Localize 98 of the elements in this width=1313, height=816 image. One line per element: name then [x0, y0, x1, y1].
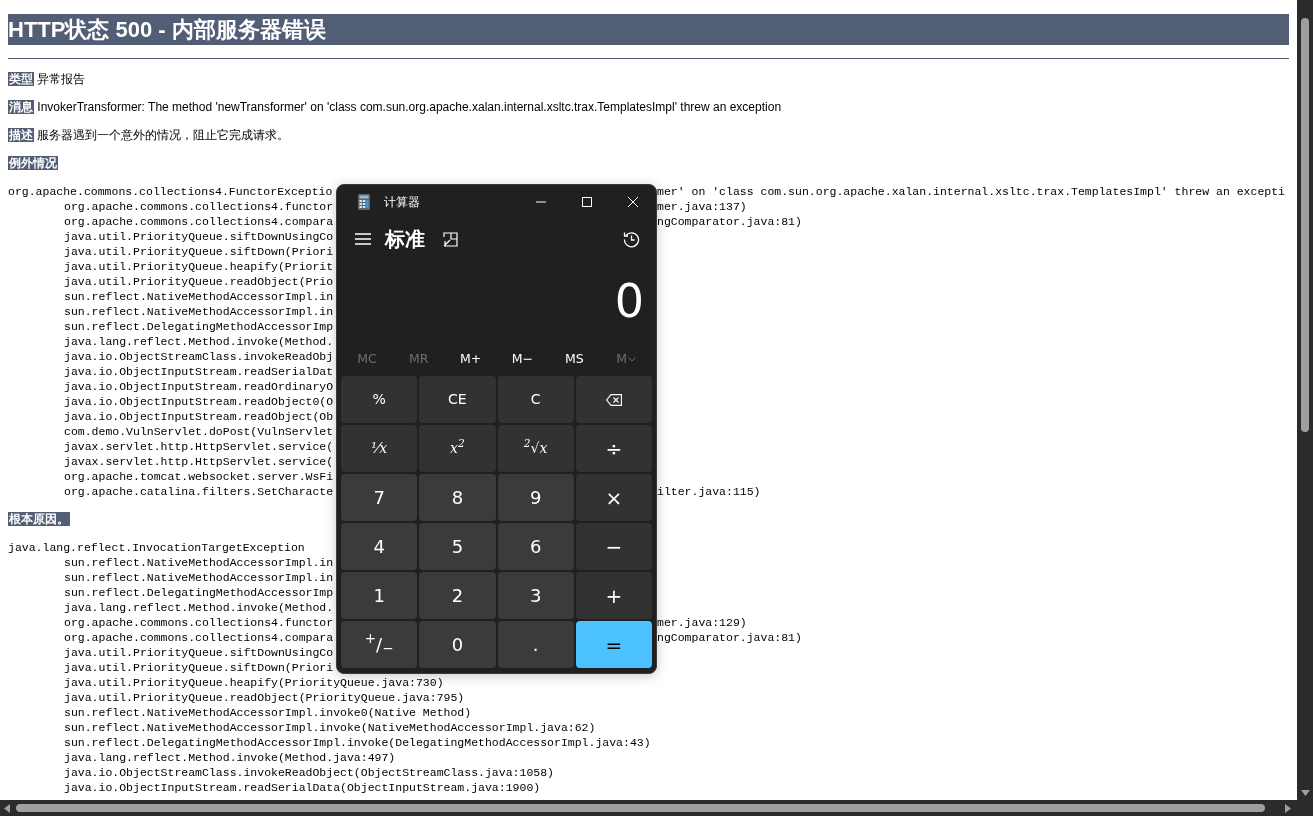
- stack-trace-line: java.lang.reflect.Method.invoke(Method.: [64, 335, 334, 348]
- stack-trace-line: sun.reflect.DelegatingMethodAccessorImp: [64, 320, 334, 333]
- digit-key[interactable]: 5: [419, 523, 496, 570]
- stack-trace-line: java.lang.reflect.Method.invoke(Method.: [64, 601, 334, 614]
- function-key[interactable]: $^{2}$√x: [497, 425, 574, 472]
- stack-trace-line: java.util.PriorityQueue.siftDown(Priori: [64, 245, 334, 258]
- stack-trace-line: org.apache.catalina.filters.SetCharacte: [64, 485, 334, 498]
- stack-trace-line: java.io.ObjectInputStream.readSerialDat: [64, 365, 334, 378]
- stack-trace-line: javax.servlet.http.HttpServlet.service(: [64, 455, 334, 468]
- window-title: 计算器: [384, 194, 420, 211]
- stack-trace-line: java.io.ObjectInputStream.readSerialData(ObjectInputStream.java:1900): [64, 781, 541, 794]
- section-heading: 根本原因。: [8, 512, 70, 526]
- function-key[interactable]: %: [341, 376, 418, 423]
- mode-title: 标准: [385, 226, 425, 253]
- operator-key[interactable]: ×: [575, 474, 652, 521]
- keep-on-top-icon[interactable]: [443, 231, 458, 247]
- horizontal-scrollbar[interactable]: [0, 800, 1313, 816]
- memory-button[interactable]: M−: [496, 343, 549, 375]
- stack-trace-line: javax.servlet.http.HttpServlet.service(: [64, 440, 334, 453]
- stack-trace-line: org.apache.commons.collections4.functor: [64, 200, 334, 213]
- stack-trace-line: sun.reflect.DelegatingMethodAccessorImpl.invoke(DelegatingMethodAccessorImpl.java:43): [64, 736, 651, 749]
- stack-trace-line: java.util.PriorityQueue.heapify(Priorit: [64, 260, 334, 273]
- function-key[interactable]: C: [497, 376, 574, 423]
- digit-key[interactable]: 2: [419, 572, 496, 619]
- stack-trace-line: org.apache.commons.collections4.compara: [64, 215, 334, 228]
- stack-trace-line: java.io.ObjectStreamClass.invokeReadObject(ObjectStreamClass.java:1058): [64, 766, 554, 779]
- stack-trace-line: java.util.PriorityQueue.siftDownUsingCo: [64, 230, 334, 243]
- stack-trace-line: org.apache.commons.collections4.compara: [64, 631, 334, 644]
- close-icon: [628, 197, 638, 207]
- memory-button[interactable]: MS: [548, 343, 601, 375]
- stack-trace-line: mer.java:129): [657, 615, 748, 630]
- maximize-icon: [582, 197, 592, 207]
- digit-key[interactable]: 9: [497, 474, 574, 521]
- stack-trace-line: java.io.ObjectInputStream.readObject(Ob: [64, 410, 334, 423]
- memory-button[interactable]: M+: [444, 343, 497, 375]
- stack-trace-line: sun.reflect.NativeMethodAccessorImpl.in: [64, 556, 334, 569]
- stack-trace-line: sun.reflect.NativeMethodAccessorImpl.in: [64, 290, 334, 303]
- field-label: 消息: [8, 100, 34, 114]
- function-key[interactable]: ⅟x: [341, 425, 418, 472]
- scroll-left-icon[interactable]: [4, 803, 10, 813]
- stack-trace-line: java.util.PriorityQueue.heapify(PriorityQueue.java:730): [64, 676, 444, 689]
- field-label: 类型: [8, 72, 34, 86]
- function-key[interactable]: x$^{2}$: [419, 425, 496, 472]
- stack-trace-line: mer.java:137): [657, 199, 748, 214]
- field-value: 服务器遇到一个意外的情况，阻止它完成请求。: [37, 128, 290, 142]
- section-heading: 例外情况: [8, 156, 58, 170]
- backspace-key[interactable]: [575, 376, 652, 423]
- digit-key[interactable]: 0: [419, 621, 496, 668]
- stack-trace-line: sun.reflect.NativeMethodAccessorImpl.in: [64, 305, 334, 318]
- function-key[interactable]: CE: [419, 376, 496, 423]
- operator-key[interactable]: +: [575, 572, 652, 619]
- stack-trace-line: sun.reflect.NativeMethodAccessorImpl.in: [64, 571, 334, 584]
- stack-trace-line: sun.reflect.NativeMethodAccessorImpl.invoke(NativeMethodAccessorImpl.java:62): [64, 721, 596, 734]
- digit-key[interactable]: 4: [341, 523, 418, 570]
- digit-key[interactable]: 7: [341, 474, 418, 521]
- backspace-icon: [605, 393, 622, 406]
- scroll-right-icon[interactable]: [1285, 803, 1291, 813]
- stack-trace-line: java.util.PriorityQueue.readObject(PriorityQueue.java:795): [64, 691, 465, 704]
- stack-trace-line: sun.reflect.NativeMethodAccessorImpl.invoke0(Native Method): [64, 706, 472, 719]
- stack-trace-line: java.io.ObjectStreamClass.invokeReadObj: [64, 350, 334, 363]
- stack-trace-line: org.apache.commons.collections4.functor: [64, 616, 334, 629]
- stack-trace-line: org.apache.commons.collections4.FunctorExceptio: [8, 185, 333, 198]
- history-icon[interactable]: [623, 230, 640, 248]
- field-value: InvokerTransformer: The method 'newTransformer' on 'class com.sun.org.apache.xalan.internal.xsltc.trax.TemplatesImpl' threw an exception: [37, 100, 782, 114]
- digit-key[interactable]: 3: [497, 572, 574, 619]
- equals-key[interactable]: =: [575, 621, 652, 668]
- stack-trace-line: mer' on 'class com.sun.org.apache.xalan.internal.xsltc.trax.TemplatesImpl' threw an excepti: [657, 184, 1286, 199]
- scroll-down-icon[interactable]: [1300, 790, 1310, 796]
- digit-key[interactable]: $^{+}$/$_{−}$: [341, 621, 418, 668]
- display-value: 0: [614, 272, 644, 330]
- stack-trace-line: java.lang.reflect.Method.invoke(Method.java:497): [64, 751, 396, 764]
- stack-trace-line: org.apache.tomcat.websocket.server.WsFi: [64, 470, 334, 483]
- operator-key[interactable]: ÷: [575, 425, 652, 472]
- stack-trace-line: java.io.ObjectInputStream.readObject0(O: [64, 395, 334, 408]
- stack-trace-line: sun.reflect.DelegatingMethodAccessorImp: [64, 586, 334, 599]
- digit-key[interactable]: .: [497, 621, 574, 668]
- page-title: HTTP状态 500 - 内部服务器错误: [8, 14, 1289, 45]
- menu-icon[interactable]: [355, 233, 371, 245]
- chevron-down-icon: [627, 356, 636, 362]
- stack-trace-line: java.lang.reflect.InvocationTargetException: [8, 541, 305, 554]
- stack-trace-line: ngComparator.java:81): [657, 214, 803, 229]
- stack-trace-line: com.demo.VulnServlet.doPost(VulnServlet: [64, 425, 334, 438]
- stack-trace-line: ilter.java:115): [657, 484, 762, 499]
- operator-key[interactable]: −: [575, 523, 652, 570]
- scrollbar-thumb[interactable]: [1301, 18, 1309, 432]
- digit-key[interactable]: 8: [419, 474, 496, 521]
- scrollbar-thumb[interactable]: [16, 804, 1265, 812]
- digit-key[interactable]: 6: [497, 523, 574, 570]
- stack-trace-line: ngComparator.java:81): [657, 630, 803, 645]
- calculator-app-icon: [358, 194, 370, 210]
- stack-trace-line: java.io.ObjectInputStream.readOrdinaryO: [64, 380, 334, 393]
- stack-trace-line: java.util.PriorityQueue.readObject(Prio: [64, 275, 334, 288]
- digit-key[interactable]: 1: [341, 572, 418, 619]
- field-value: 异常报告: [37, 72, 86, 86]
- stack-trace-line: java.util.PriorityQueue.siftDownUsingCo: [64, 646, 334, 659]
- vertical-scrollbar[interactable]: [1297, 0, 1313, 800]
- stack-trace-line: java.util.PriorityQueue.siftDown(Priori: [64, 661, 334, 674]
- field-label: 描述: [8, 128, 34, 142]
